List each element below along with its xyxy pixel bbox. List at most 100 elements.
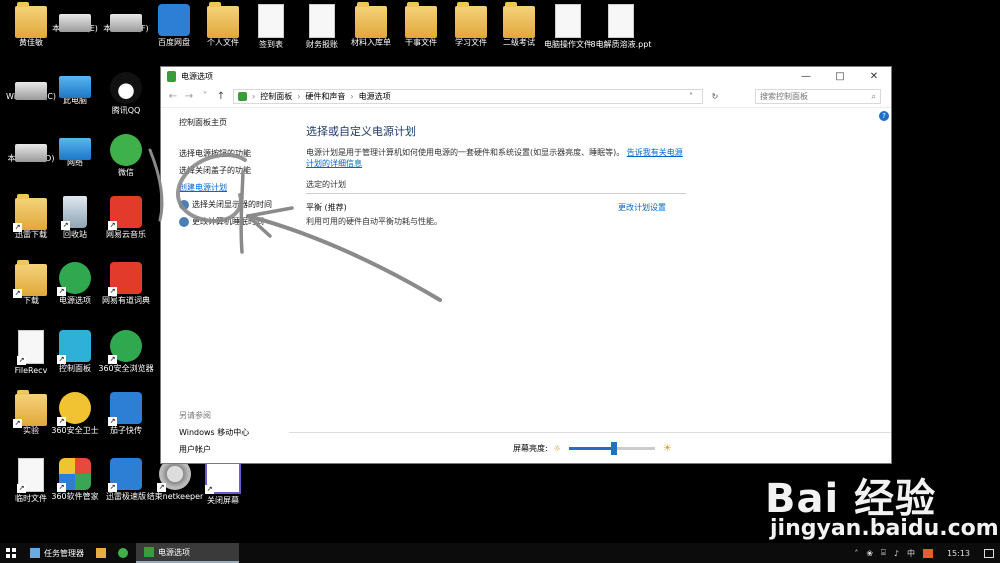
chevron-down-icon[interactable]: ˅ (689, 92, 693, 101)
disk-icon (59, 14, 91, 32)
nav-create-power-plan[interactable]: 创建电源计划 (179, 182, 289, 193)
title-bar[interactable]: 电源选项 — □ ✕ (161, 67, 891, 86)
see-also-user-accounts[interactable]: 用户帐户 (179, 444, 249, 455)
bright-sun-icon: ☀ (662, 442, 672, 454)
see-also: 另请参阅 Windows 移动中心 用户帐户 (179, 410, 249, 461)
tray-app-icon[interactable]: ❀ (866, 549, 873, 558)
desktop-icon-label: 网易有道词典 (102, 296, 150, 305)
start-button[interactable] (0, 543, 22, 563)
folder-icon (15, 2, 47, 38)
refresh-icon[interactable]: ↻ (707, 92, 723, 101)
power-options-icon (167, 71, 176, 82)
taskbar-pinned-explorer[interactable] (92, 543, 114, 563)
multi-icon (57, 458, 91, 492)
forward-arrow-icon[interactable]: → (181, 91, 197, 102)
power-options-window: 电源选项 — □ ✕ ← → ˅ ↑ › 控制面板 › 硬件和声音 › 电源选项… (160, 66, 892, 464)
power-options-icon (144, 547, 154, 557)
minimize-button[interactable]: — (789, 67, 823, 86)
desktop-icon[interactable]: 微信 (95, 134, 157, 178)
taskbar-pinned-wechat[interactable] (114, 543, 136, 563)
teal-icon (57, 330, 91, 364)
brightness-bar: 屏幕亮度: ☼ ☀ (289, 432, 891, 463)
chevron-down-icon[interactable]: ˅ (197, 91, 213, 102)
search-icon[interactable]: ⌕ (872, 92, 876, 102)
file-explorer-icon (96, 548, 106, 558)
brightness-slider[interactable] (568, 441, 655, 455)
breadcrumb-item-control-panel[interactable]: 控制面板 (260, 91, 292, 102)
green-icon (108, 330, 142, 364)
close-button[interactable]: ✕ (857, 67, 891, 86)
system-tray: ˄ ❀ ⌸ ♪ 中 15:13 (854, 548, 1000, 559)
search-input[interactable] (760, 92, 872, 101)
brightness-slider-fill (568, 446, 614, 450)
up-arrow-icon[interactable]: ↑ (213, 91, 229, 102)
folder-icon (13, 194, 47, 232)
window-title: 电源选项 (181, 72, 213, 81)
pc-icon (59, 138, 91, 160)
breadcrumb[interactable]: › 控制面板 › 硬件和声音 › 电源选项 ˅ (233, 89, 703, 104)
nav-power-button-function[interactable]: 选择电源按钮的功能 (179, 148, 289, 159)
desktop-icon-label: 微信 (118, 168, 134, 177)
plan-balanced-description: 利用可用的硬件自动平衡功耗与性能。 (306, 217, 442, 226)
change-plan-settings-link[interactable]: 更改计划设置 (618, 202, 666, 213)
chevron-up-icon[interactable]: ˄ (854, 549, 858, 558)
doc-icon (17, 330, 44, 365)
see-also-mobility-center[interactable]: Windows 移动中心 (179, 427, 249, 438)
desktop-icon[interactable]: 关闭屏幕 (192, 458, 254, 506)
wechat-icon (110, 134, 142, 166)
nav-sleep-time-label: 更改计算机睡眠时间 (192, 217, 264, 226)
back-arrow-icon[interactable]: ← (165, 91, 181, 102)
nav-control-panel-home[interactable]: 控制面板主页 (179, 117, 289, 128)
desktop-icon[interactable]: 网易云音乐 (95, 196, 157, 240)
folder-icon (455, 2, 487, 38)
pc-icon (59, 76, 91, 98)
brightness-label: 屏幕亮度: (513, 443, 548, 453)
desktop-icon[interactable]: 网易有道词典 (95, 262, 157, 306)
ime-indicator[interactable]: 中 (907, 548, 915, 559)
help-icon[interactable]: ? (879, 111, 889, 121)
breadcrumb-separator-icon: › (297, 92, 301, 101)
plan-balanced[interactable]: 平衡 (推荐) (306, 202, 347, 213)
desktop-icon[interactable]: 360安全浏览器 (95, 330, 157, 374)
desktop-icon[interactable]: 8电解质溶液.ppt (590, 4, 652, 50)
breadcrumb-item-power-options[interactable]: 电源选项 (359, 91, 391, 102)
doc-icon (608, 4, 634, 38)
folder-icon (13, 260, 47, 298)
taskbar-item-power-options[interactable]: 电源选项 (136, 543, 239, 563)
search-box[interactable]: ⌕ (755, 89, 881, 104)
red-icon (108, 262, 142, 296)
desktop-icon[interactable]: 腾讯QQ (95, 72, 157, 116)
taskbar-item-label: 任务管理器 (44, 548, 84, 558)
doc-icon (555, 4, 581, 38)
folder-icon (355, 2, 387, 38)
folder-icon (207, 2, 239, 38)
nav-sleep-time[interactable]: 更改计算机睡眠时间 (179, 216, 289, 227)
brightness-slider-thumb[interactable] (610, 441, 617, 455)
desktop-icon-label: 360安全浏览器 (98, 364, 154, 373)
clock[interactable]: 15:13 (947, 549, 970, 558)
blue-icon (108, 458, 142, 492)
plan-description: 电源计划是用于管理计算机如何使用电源的一套硬件和系统设置(如显示器亮度、睡眠等)… (306, 147, 686, 169)
network-icon[interactable]: ⌸ (881, 548, 886, 558)
taskbar-item-task-manager[interactable]: 任务管理器 (22, 543, 92, 563)
see-also-heading: 另请参阅 (179, 411, 211, 420)
desktop-icon[interactable]: 茄子快传 (95, 392, 157, 436)
tray-app-icon[interactable] (922, 548, 933, 558)
folder-icon (503, 2, 535, 38)
notification-center-icon[interactable] (984, 548, 994, 558)
selected-plan-heading: 选定的计划 (306, 179, 686, 194)
bin-icon (61, 196, 87, 230)
nav-display-off-time-label: 选择关闭显示器的时间 (192, 200, 272, 209)
volume-icon[interactable]: ♪ (894, 549, 899, 558)
windows-logo-icon (6, 548, 16, 558)
doc-icon (309, 4, 335, 38)
folder-icon (405, 2, 437, 38)
control-panel-icon (238, 92, 247, 101)
nav-lid-close-function[interactable]: 选择关闭盖子的功能 (179, 165, 289, 176)
breadcrumb-item-hardware-sound[interactable]: 硬件和声音 (305, 91, 345, 102)
desktop-icon-label: 腾讯QQ (111, 106, 141, 115)
maximize-button[interactable]: □ (823, 67, 857, 86)
blue-icon (158, 4, 190, 36)
red-icon (108, 196, 142, 230)
nav-display-off-time[interactable]: 选择关闭显示器的时间 (179, 199, 289, 210)
